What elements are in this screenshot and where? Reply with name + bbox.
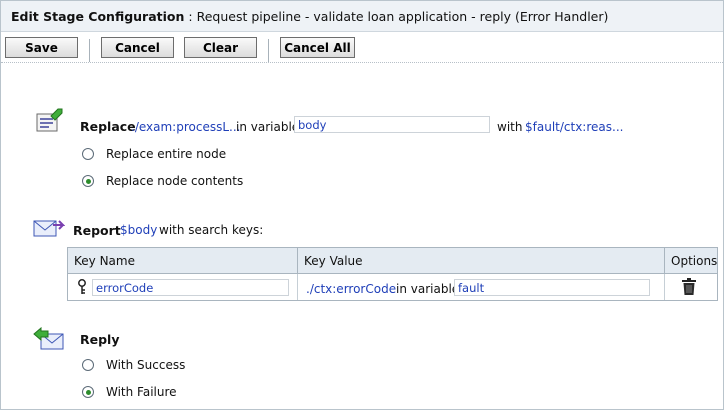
- column-header-options: Options: [665, 248, 717, 274]
- with-failure-radio[interactable]: [82, 386, 94, 398]
- key-name-input[interactable]: [92, 279, 289, 296]
- replace-label: Replace: [80, 119, 136, 134]
- key-value-xpath-link[interactable]: ./ctx:errorCode: [306, 282, 396, 296]
- replace-xpath-link[interactable]: ./exam:processL...: [131, 120, 240, 134]
- trash-icon[interactable]: [682, 278, 696, 298]
- column-header-key-name: Key Name: [68, 248, 298, 274]
- report-label: Report: [73, 223, 121, 238]
- key-name-cell: [68, 274, 298, 300]
- column-header-key-value: Key Value: [298, 248, 665, 274]
- with-text: with: [497, 120, 523, 134]
- reply-label: Reply: [80, 332, 120, 347]
- replace-action-icon: [35, 107, 65, 136]
- title-context: : Request pipeline - validate loan appli…: [188, 9, 609, 24]
- report-expression-link[interactable]: $body: [120, 223, 157, 237]
- with-success-radio[interactable]: [82, 359, 94, 371]
- page-title: Edit Stage Configuration : Request pipel…: [11, 9, 608, 24]
- title-bar: Edit Stage Configuration : Request pipel…: [1, 1, 723, 32]
- toolbar-separator: [268, 39, 269, 62]
- reply-action-icon: [33, 326, 65, 354]
- toolbar-separator: [89, 39, 90, 62]
- key-icon: [77, 279, 87, 298]
- key-value-variable-input[interactable]: [454, 279, 650, 296]
- replace-node-contents-radio[interactable]: [82, 175, 94, 187]
- clear-button[interactable]: Clear: [184, 37, 257, 58]
- with-success-label: With Success: [106, 358, 186, 372]
- cancel-all-button[interactable]: Cancel All: [280, 37, 355, 58]
- with-failure-label: With Failure: [106, 385, 177, 399]
- report-action-icon: [33, 217, 66, 242]
- replace-with-expression-link[interactable]: $fault/ctx:reas...: [525, 120, 623, 134]
- options-cell: [665, 274, 717, 300]
- save-button[interactable]: Save: [5, 37, 78, 58]
- title-bold: Edit Stage Configuration: [11, 9, 185, 24]
- key-value-in-variable-text: in variable: [396, 282, 460, 296]
- replace-variable-input[interactable]: [294, 116, 490, 133]
- toolbar-divider: [1, 62, 723, 63]
- key-value-cell: ./ctx:errorCode in variable: [298, 274, 665, 300]
- search-keys-table: Key Name Key Value Options ./ctx:errorCo…: [67, 247, 718, 301]
- in-variable-text: in variable: [236, 120, 300, 134]
- replace-entire-node-radio[interactable]: [82, 148, 94, 160]
- replace-node-contents-label: Replace node contents: [106, 174, 244, 188]
- toolbar: Save Cancel Clear Cancel All: [1, 32, 723, 64]
- cancel-button[interactable]: Cancel: [101, 37, 174, 58]
- report-search-keys-text: with search keys:: [159, 223, 264, 237]
- replace-entire-node-label: Replace entire node: [106, 147, 227, 161]
